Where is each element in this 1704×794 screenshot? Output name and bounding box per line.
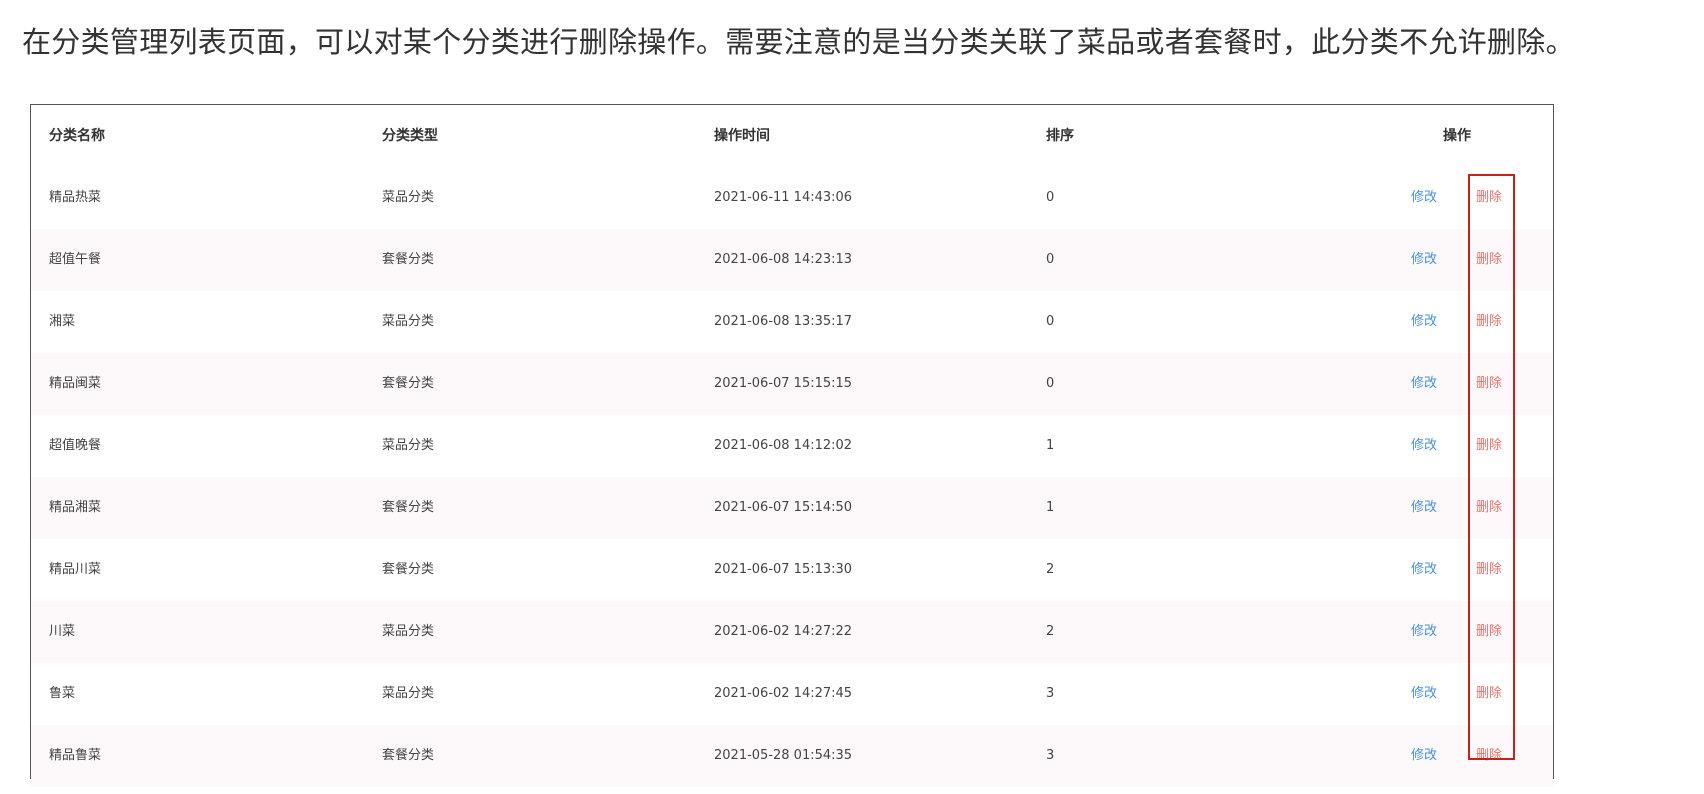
edit-link[interactable]: 修改 (1411, 663, 1437, 725)
sort-cell: 3 (1046, 748, 1055, 763)
delete-link[interactable]: 删除 (1476, 291, 1502, 353)
table-row: 鲁菜 菜品分类 2021-06-02 14:27:45 3 修改 删除 (31, 663, 1553, 725)
edit-link[interactable]: 修改 (1411, 601, 1437, 663)
sort-cell: 3 (1046, 686, 1055, 701)
header-operations: 操作 (1443, 128, 1471, 144)
sort-cell: 0 (1046, 314, 1055, 329)
operation-time-cell: 2021-06-02 14:27:45 (714, 686, 853, 701)
category-type-cell: 套餐分类 (382, 376, 435, 391)
table-row: 精品川菜 套餐分类 2021-06-07 15:13:30 2 修改 删除 (31, 539, 1553, 601)
category-name-cell: 精品湘菜 (49, 500, 102, 515)
sort-cell: 1 (1046, 500, 1055, 515)
category-name-cell: 湘菜 (49, 314, 76, 329)
table-row: 川菜 菜品分类 2021-06-02 14:27:22 2 修改 删除 (31, 601, 1553, 663)
table-row: 精品鲁菜 套餐分类 2021-05-28 01:54:35 3 修改 删除 (31, 725, 1553, 787)
operation-time-cell: 2021-06-02 14:27:22 (714, 624, 853, 639)
delete-link[interactable]: 删除 (1476, 539, 1502, 601)
operation-time-cell: 2021-06-07 15:15:15 (714, 376, 853, 391)
table-row: 精品热菜 菜品分类 2021-06-11 14:43:06 0 修改 删除 (31, 167, 1553, 229)
category-type-cell: 菜品分类 (382, 190, 435, 205)
edit-link[interactable]: 修改 (1411, 353, 1437, 415)
table-row: 湘菜 菜品分类 2021-06-08 13:35:17 0 修改 删除 (31, 291, 1553, 353)
category-type-cell: 菜品分类 (382, 438, 435, 453)
header-category-name: 分类名称 (49, 128, 105, 144)
sort-cell: 0 (1046, 376, 1055, 391)
sort-cell: 1 (1046, 438, 1055, 453)
category-name-cell: 超值晚餐 (49, 438, 102, 453)
edit-link[interactable]: 修改 (1411, 415, 1437, 477)
category-type-cell: 菜品分类 (382, 686, 435, 701)
category-table: 分类名称 分类类型 操作时间 排序 操作 精品热菜 菜品分类 2021-06-11 … (30, 104, 1554, 787)
operation-time-cell: 2021-06-08 13:35:17 (714, 314, 853, 329)
sort-cell: 0 (1046, 252, 1055, 267)
edit-link[interactable]: 修改 (1411, 291, 1437, 353)
edit-link[interactable]: 修改 (1411, 167, 1437, 229)
delete-link[interactable]: 删除 (1476, 725, 1502, 787)
category-name-cell: 精品闽菜 (49, 376, 102, 391)
operation-time-cell: 2021-05-28 01:54:35 (714, 748, 853, 763)
header-category-type: 分类类型 (382, 128, 438, 144)
edit-link[interactable]: 修改 (1411, 725, 1437, 787)
operation-time-cell: 2021-06-11 14:43:06 (714, 190, 853, 205)
operation-time-cell: 2021-06-08 14:23:13 (714, 252, 853, 267)
operation-time-cell: 2021-06-08 14:12:02 (714, 438, 853, 453)
category-type-cell: 套餐分类 (382, 252, 435, 267)
table-row: 精品闽菜 套餐分类 2021-06-07 15:15:15 0 修改 删除 (31, 353, 1553, 415)
delete-link[interactable]: 删除 (1476, 167, 1502, 229)
intro-text: 在分类管理列表页面，可以对某个分类进行删除操作。需要注意的是当分类关联了菜品或者… (22, 25, 1575, 59)
header-operation-time: 操作时间 (714, 128, 770, 144)
category-type-cell: 套餐分类 (382, 748, 435, 763)
operation-time-cell: 2021-06-07 15:14:50 (714, 500, 853, 515)
delete-link[interactable]: 删除 (1476, 229, 1502, 291)
operation-time-cell: 2021-06-07 15:13:30 (714, 562, 853, 577)
category-name-cell: 精品鲁菜 (49, 748, 102, 763)
table-header-row: 分类名称 分类类型 操作时间 排序 操作 (31, 105, 1553, 167)
category-name-cell: 超值午餐 (49, 252, 102, 267)
delete-link[interactable]: 删除 (1476, 601, 1502, 663)
category-type-cell: 菜品分类 (382, 314, 435, 329)
category-name-cell: 精品川菜 (49, 562, 102, 577)
header-sort: 排序 (1046, 128, 1074, 144)
edit-link[interactable]: 修改 (1411, 539, 1437, 601)
category-name-cell: 精品热菜 (49, 190, 102, 205)
delete-link[interactable]: 删除 (1476, 663, 1502, 725)
table-row: 超值午餐 套餐分类 2021-06-08 14:23:13 0 修改 删除 (31, 229, 1553, 291)
delete-link[interactable]: 删除 (1476, 353, 1502, 415)
edit-link[interactable]: 修改 (1411, 229, 1437, 291)
sort-cell: 0 (1046, 190, 1055, 205)
edit-link[interactable]: 修改 (1411, 477, 1437, 539)
category-type-cell: 套餐分类 (382, 562, 435, 577)
category-type-cell: 套餐分类 (382, 500, 435, 515)
sort-cell: 2 (1046, 562, 1055, 577)
category-type-cell: 菜品分类 (382, 624, 435, 639)
delete-link[interactable]: 删除 (1476, 477, 1502, 539)
category-name-cell: 川菜 (49, 624, 76, 639)
category-name-cell: 鲁菜 (49, 686, 76, 701)
table-row: 精品湘菜 套餐分类 2021-06-07 15:14:50 1 修改 删除 (31, 477, 1553, 539)
sort-cell: 2 (1046, 624, 1055, 639)
delete-link[interactable]: 删除 (1476, 415, 1502, 477)
table-row: 超值晚餐 菜品分类 2021-06-08 14:12:02 1 修改 删除 (31, 415, 1553, 477)
